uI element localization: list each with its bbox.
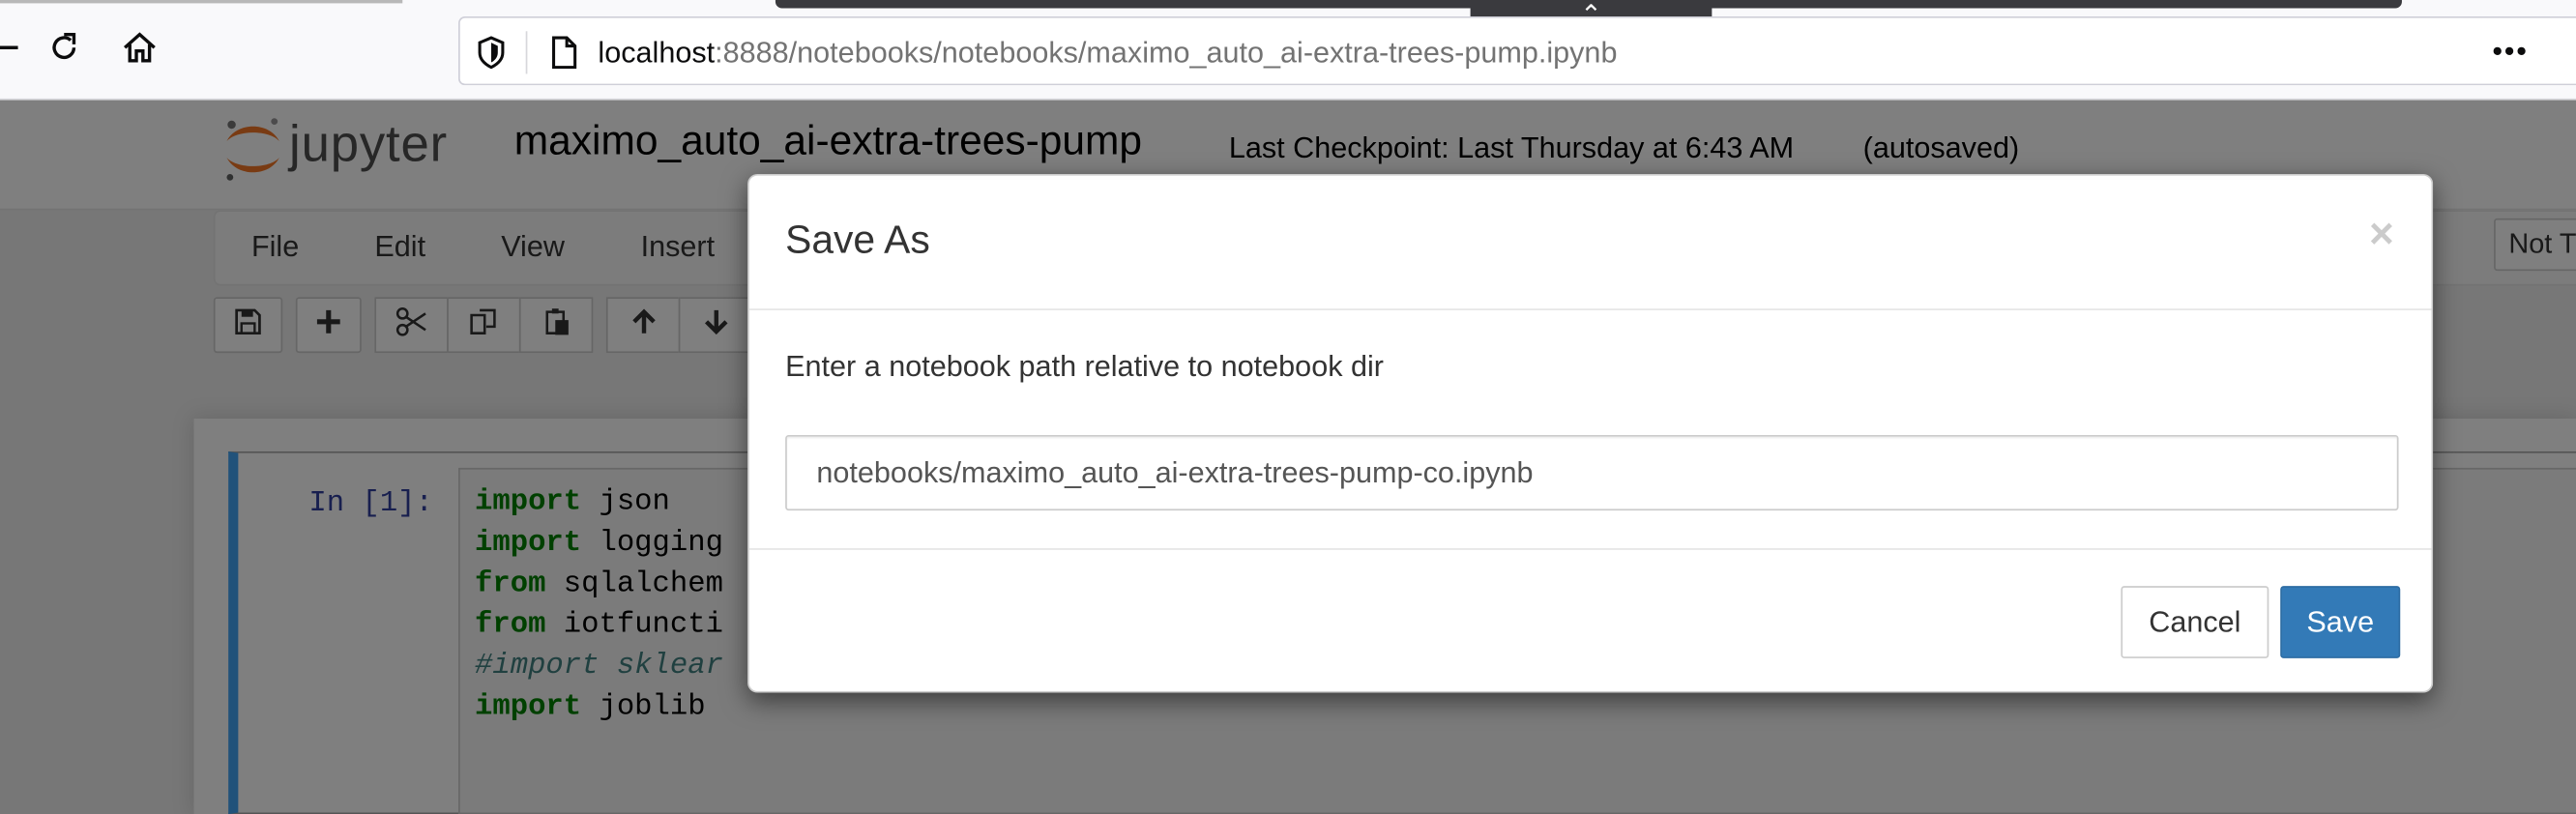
reload-icon[interactable]	[40, 23, 89, 73]
url-host: localhost	[598, 36, 716, 70]
dialog-prompt-text: Enter a notebook path relative to notebo…	[785, 349, 1384, 383]
notebook-path-input[interactable]	[785, 434, 2399, 511]
address-bar[interactable]: localhost:8888/notebooks/notebooks/maxim…	[458, 15, 2576, 86]
url-text: localhost:8888/notebooks/notebooks/maxim…	[598, 36, 1617, 71]
url-path: :8888/notebooks/notebooks/maximo_auto_ai…	[715, 36, 1618, 70]
browser-toolbar: ⌃ localhost:8888/notebooks/notebooks/max…	[0, 0, 2576, 101]
close-icon[interactable]: ×	[2369, 209, 2394, 260]
shield-icon[interactable]	[477, 36, 507, 76]
dialog-header: Save As ×	[748, 176, 2432, 310]
back-icon[interactable]	[0, 23, 26, 73]
page-icon[interactable]	[548, 36, 578, 76]
dialog-title: Save As	[785, 218, 930, 263]
page-actions-button[interactable]: •••	[2492, 35, 2528, 70]
tab-strip-edge	[0, 0, 403, 4]
cancel-button[interactable]: Cancel	[2121, 586, 2269, 658]
save-button[interactable]: Save	[2280, 586, 2401, 658]
home-icon[interactable]	[115, 23, 164, 73]
screen: ⌃ localhost:8888/notebooks/notebooks/max…	[0, 0, 2576, 814]
address-divider	[525, 31, 528, 74]
save-as-dialog: Save As × Enter a notebook path relative…	[747, 173, 2434, 693]
